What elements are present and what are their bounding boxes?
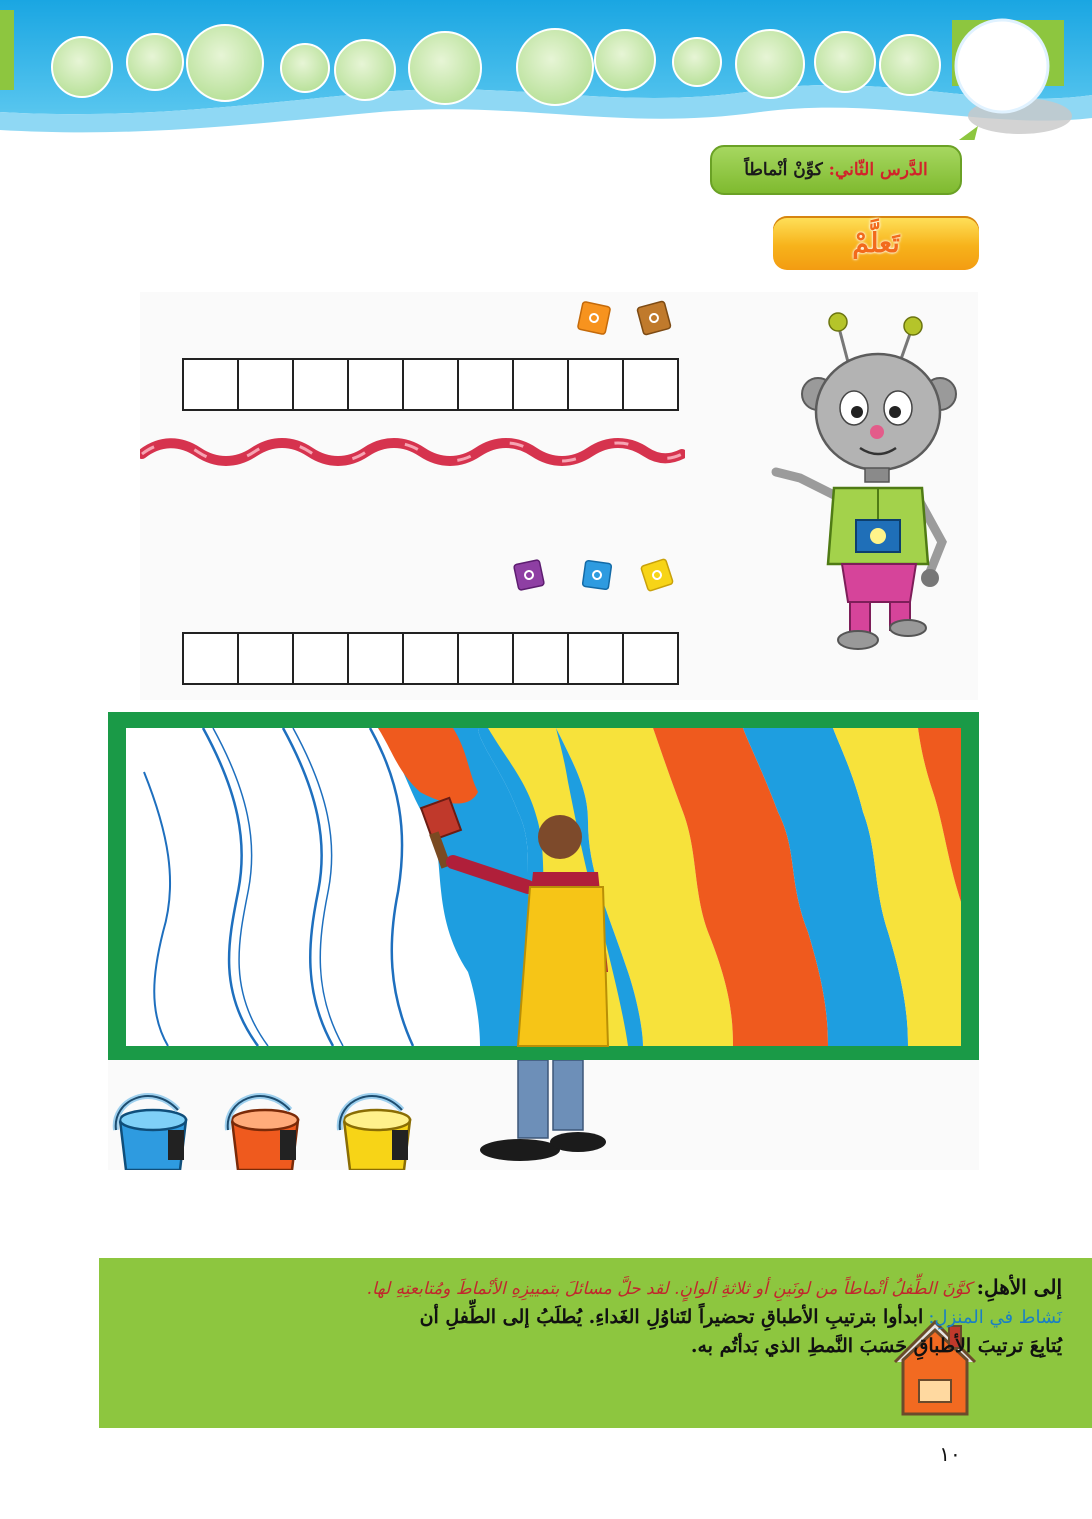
- pattern-cell[interactable]: [512, 634, 567, 683]
- pattern-cell[interactable]: [622, 634, 677, 683]
- paint-buckets-area: [108, 1060, 979, 1170]
- parents-note-text: إلى الأهلِ: كوَّنَ الطِّفلُ أنْماطاً من …: [262, 1272, 1062, 1362]
- pattern-cell[interactable]: [292, 360, 347, 409]
- pattern-cell[interactable]: [347, 360, 402, 409]
- orange-paint-bucket-icon: [224, 1093, 300, 1170]
- yellow-gem-icon: [640, 558, 674, 592]
- pattern-cell[interactable]: [567, 360, 622, 409]
- lesson-title: كوِّنْ أنْماطاً: [744, 160, 823, 180]
- learn-banner: تَعلَّمْ: [773, 216, 979, 270]
- pattern-cell[interactable]: [184, 360, 237, 409]
- pattern-cell[interactable]: [567, 634, 622, 683]
- row1-gems: [577, 300, 672, 336]
- brown-gem-icon: [636, 300, 672, 336]
- parents-title: إلى الأهلِ:: [976, 1275, 1062, 1299]
- painted-wall-illustration: [108, 712, 979, 1060]
- orange-gem-icon: [577, 301, 611, 335]
- pattern-cell[interactable]: [347, 634, 402, 683]
- pattern-cell[interactable]: [622, 360, 677, 409]
- robot-mascot-icon: [771, 312, 957, 650]
- pattern-cell[interactable]: [457, 360, 512, 409]
- parents-intro: كوَّنَ الطِّفلُ أنْماطاً من لونَينِ أو ث…: [366, 1279, 972, 1299]
- learn-banner-text: تَعلَّمْ: [852, 227, 900, 259]
- pattern-cell[interactable]: [237, 360, 292, 409]
- activity-panel: [140, 292, 978, 700]
- purple-gem-icon: [513, 559, 545, 591]
- ribbon-icon: [140, 438, 685, 466]
- parents-note-box: إلى الأهلِ: كوَّنَ الطِّفلُ أنْماطاً من …: [99, 1258, 1092, 1428]
- blue-paint-bucket-icon: [112, 1093, 188, 1170]
- pattern-cell[interactable]: [184, 634, 237, 683]
- home-activity-text-2: يُتابِعَ ترتيبَ الأطباقِ حَسَبَ النَّمطِ…: [690, 1335, 1062, 1358]
- blue-gem-icon: [581, 559, 613, 591]
- lesson-title-pill: الدَّرس الثّاني: كوِّنْ أنْماطاً: [710, 145, 962, 195]
- home-activity-label: نَشاط في المنزلِ:: [928, 1307, 1062, 1328]
- lesson-label: الدَّرس الثّاني:: [828, 160, 928, 180]
- yellow-paint-bucket-icon: [336, 1093, 412, 1170]
- pattern-cell[interactable]: [457, 634, 512, 683]
- pattern-cell[interactable]: [237, 634, 292, 683]
- row2-gems: [513, 558, 674, 592]
- pattern-cell[interactable]: [512, 360, 567, 409]
- pattern-grid-2: [182, 632, 679, 685]
- pattern-cell[interactable]: [292, 634, 347, 683]
- buckets-and-legs: [112, 1060, 606, 1170]
- pattern-grid-1: [182, 358, 679, 411]
- header-banner: [0, 0, 1092, 140]
- pattern-cell[interactable]: [402, 634, 457, 683]
- page-number: ١٠: [939, 1442, 961, 1466]
- pattern-cell[interactable]: [402, 360, 457, 409]
- home-activity-text: ابدأوا بترتيبِ الأطباقِ تحضيراً لتَناوُل…: [419, 1306, 924, 1328]
